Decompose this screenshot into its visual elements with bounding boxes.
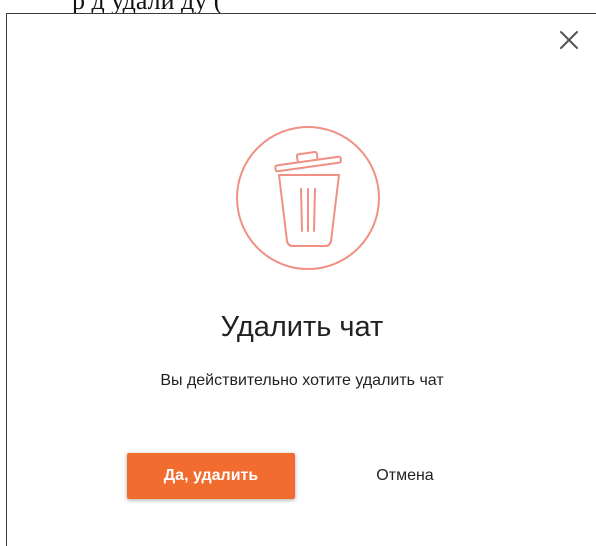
delete-chat-dialog: Удалить чат Вы действительно хотите удал…: [6, 13, 596, 546]
background-text-fragment: р д удали ду (: [0, 0, 222, 14]
dialog-title: Удалить чат: [220, 311, 384, 343]
close-button[interactable]: [555, 26, 583, 54]
screenshot-page: р д удали ду (: [0, 0, 596, 546]
dialog-message: Вы действительно хотите удалить чат: [160, 372, 444, 389]
close-icon: [560, 31, 578, 49]
confirm-delete-button[interactable]: Да, удалить: [127, 453, 295, 499]
cancel-button[interactable]: Отмена: [347, 459, 463, 493]
trash-illustration: [235, 125, 381, 271]
background-document-text: р д удали ду (: [0, 0, 596, 14]
trash-can-icon: [236, 126, 380, 270]
